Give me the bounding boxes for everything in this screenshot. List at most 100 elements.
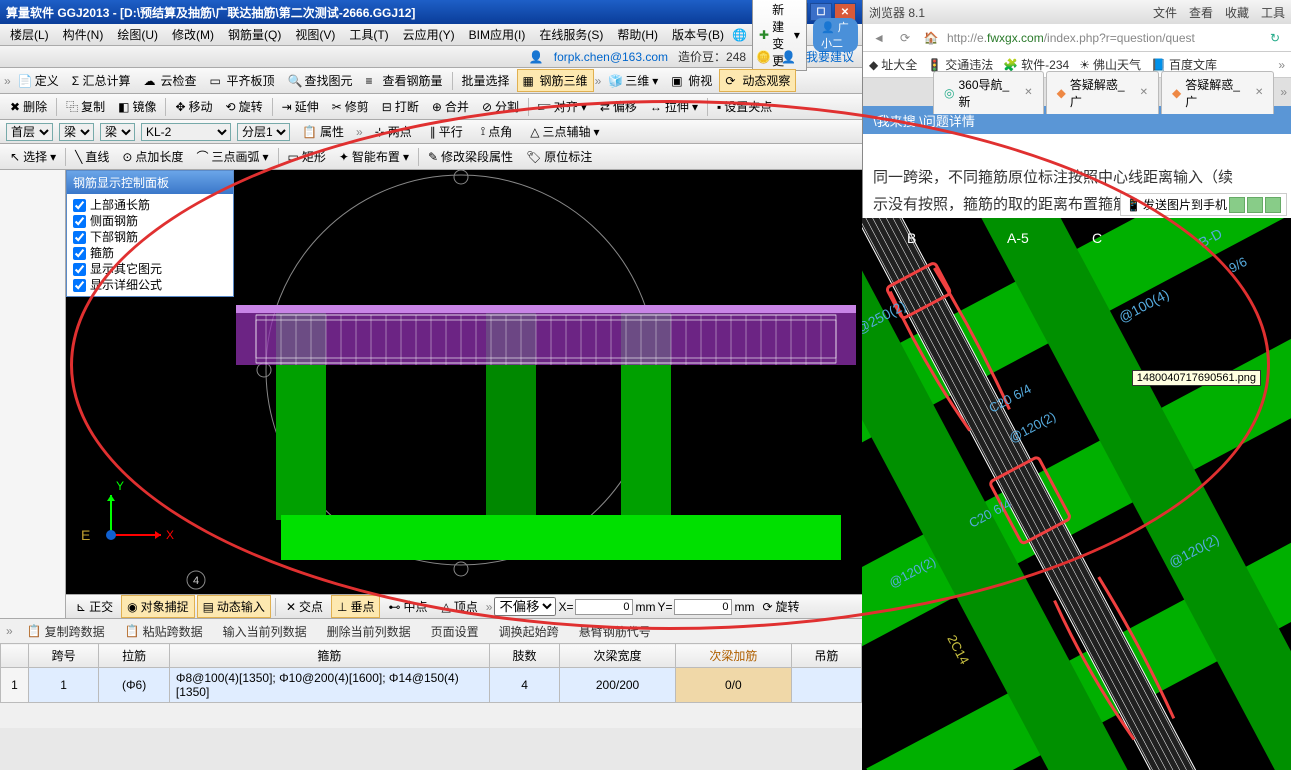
parallel-button[interactable]: ∥平行 [424,120,469,143]
cell-hanger[interactable] [791,668,861,703]
send-phone-label[interactable]: 发送图片到手机 [1143,196,1227,213]
point-len-button[interactable]: ⊙点加长度 [116,145,189,168]
swap-start-button[interactable]: 调换起始跨 [493,620,565,643]
bmenu-file[interactable]: 文件 [1153,4,1177,21]
flush-slab-button[interactable]: ▭平齐板顶 [203,69,280,92]
menu-cloud[interactable]: 云应用(Y) [397,24,461,45]
ortho-button[interactable]: ⊾正交 [70,595,119,618]
more-tabs-icon[interactable]: » [1276,85,1291,99]
refresh-icon[interactable]: ↻ [1265,28,1285,48]
tab-360[interactable]: ◎360导航_新✕ [933,71,1044,114]
x-input[interactable] [575,599,633,615]
intersect-button[interactable]: ✕交点 [280,595,329,618]
rotate-button[interactable]: ⟲旋转 [220,95,269,118]
save-img-icon[interactable] [1247,197,1263,213]
col-limbs[interactable]: 肢数 [489,644,559,668]
col-secadd[interactable]: 次梁加筋 [675,644,791,668]
category-select[interactable]: 梁 [59,123,94,141]
align-button[interactable]: ⫍对齐▾ [532,95,593,118]
batch-select-button[interactable]: 批量选择 [456,69,516,92]
col-tie[interactable]: 拉筋 [99,644,170,668]
col-hanger[interactable]: 吊筋 [791,644,861,668]
menu-tools[interactable]: 工具(T) [343,24,394,45]
tab-close-icon[interactable]: ✕ [1024,87,1032,98]
back-button[interactable]: ◄ [869,28,889,48]
stretch-button[interactable]: ↔拉伸▾ [644,95,704,118]
url-input[interactable]: http://e.fwxgx.com/index.php?r=question/… [947,31,1259,45]
copy-span-button[interactable]: 📋复制跨数据 [21,620,111,643]
menu-floor[interactable]: 楼层(L) [4,24,55,45]
break-button[interactable]: ⊟打断 [376,95,425,118]
check-side-bar[interactable]: 侧面钢筋 [73,213,227,229]
attr-button[interactable]: 📋属性 [296,120,350,143]
cell-limbs[interactable]: 4 [489,668,559,703]
expand-icon[interactable] [1229,197,1245,213]
check-other-elem[interactable]: 显示其它图元 [73,261,227,277]
del-col-button[interactable]: 删除当前列数据 [321,620,417,643]
bmenu-view[interactable]: 查看 [1189,4,1213,21]
check-stirrup[interactable]: 箍筋 [73,245,227,261]
define-button[interactable]: 📄定义 [12,69,65,92]
rebar-display-panel[interactable]: 钢筋显示控制面板 上部通长筋 侧面钢筋 下部钢筋 箍筋 显示其它图元 显示详细公… [66,170,234,297]
trim-button[interactable]: ✂修剪 [326,95,375,118]
home-button[interactable]: 🏠 [921,28,941,48]
question-plan-image[interactable]: B A-5 C B-D 9/6 3@250(2) @100(4) C20 6/4… [862,218,1291,770]
copy-button[interactable]: ⿻复制 [60,95,111,118]
perp-button[interactable]: ⊥垂点 [331,595,380,618]
arc3-button[interactable]: ⌒三点画弧▾ [190,145,274,168]
tab-close-icon[interactable]: ✕ [1140,87,1148,98]
find-element-button[interactable]: 🔍查找图元 [282,69,359,92]
inplace-label-button[interactable]: 🏷原位标注 [520,145,598,168]
check-detail-formula[interactable]: 显示详细公式 [73,277,227,293]
cell-span[interactable]: 1 [29,668,99,703]
cell-secadd[interactable]: 0/0 [675,668,791,703]
cloud-check-button[interactable]: ☁云检查 [137,69,202,92]
menu-help[interactable]: 帮助(H) [611,24,664,45]
three-aux-button[interactable]: △三点辅轴▾ [524,120,605,143]
suggest-link[interactable]: 我要建议 [806,48,854,65]
point-angle-button[interactable]: ⟟点角 [475,120,518,143]
smart-layout-button[interactable]: ✦智能布置▾ [333,145,415,168]
rect-button[interactable]: ▭矩形 [282,145,332,168]
mirror-button[interactable]: ◧镜像 [112,95,162,118]
bm-sites[interactable]: ◆址大全 [869,56,917,73]
menu-bim[interactable]: BIM应用(I) [463,24,532,45]
select-button[interactable]: ↖选择▾ [4,145,62,168]
input-col-button[interactable]: 输入当前列数据 [217,620,313,643]
tab-qa2[interactable]: ◆答疑解惑_广✕ [1161,71,1274,114]
more-bm-icon[interactable]: » [1278,58,1285,72]
col-secwidth[interactable]: 次梁宽度 [560,644,676,668]
orbit-button[interactable]: ⟳动态观察 [719,69,796,92]
view-rebar-button[interactable]: ≡查看钢筋量 [360,69,449,92]
cell-secwidth[interactable]: 200/200 [560,668,676,703]
span-data-table[interactable]: 跨号 拉筋 箍筋 肢数 次梁宽度 次梁加筋 吊筋 1 1 (Φ6) Φ8@100… [0,643,862,703]
more-img-icon[interactable] [1265,197,1281,213]
split-button[interactable]: ⊘分割 [476,95,525,118]
calc-button[interactable]: Σ 汇总计算 [66,69,137,92]
menu-member[interactable]: 构件(N) [57,24,110,45]
col-span[interactable]: 跨号 [29,644,99,668]
tab-qa1[interactable]: ◆答疑解惑_广✕ [1046,71,1159,114]
menu-view[interactable]: 视图(V) [289,24,341,45]
bmenu-fav[interactable]: 收藏 [1225,4,1249,21]
cell-stirrup[interactable]: Φ8@100(4)[1350]; Φ10@200(4)[1600]; Φ14@1… [169,668,489,703]
bmenu-tool[interactable]: 工具 [1261,4,1285,21]
user-badge[interactable]: 👤 广小二 [813,18,858,52]
two-point-button[interactable]: ⊹两点 [369,120,418,143]
menu-version[interactable]: 版本号(B) [666,24,730,45]
col-stirrup[interactable]: 箍筋 [169,644,489,668]
merge-button[interactable]: ⊕合并 [426,95,475,118]
move-button[interactable]: ✥移动 [169,95,218,118]
extend-button[interactable]: ⇥延伸 [276,95,325,118]
mid-button[interactable]: ⊷中点 [382,595,433,618]
menu-online[interactable]: 在线服务(S) [533,24,609,45]
tab-close-icon[interactable]: ✕ [1255,87,1263,98]
check-bottom-bar[interactable]: 下部钢筋 [73,229,227,245]
paste-span-button[interactable]: 📋粘贴跨数据 [119,620,209,643]
dyninput-button[interactable]: ▤动态输入 [197,595,271,618]
menu-draw[interactable]: 绘图(U) [111,24,164,45]
grip-button[interactable]: ▪设置夹点 [711,95,778,118]
top-view-button[interactable]: ▣俯视 [665,69,718,92]
menu-rebar[interactable]: 钢筋量(Q) [222,24,287,45]
check-top-bar[interactable]: 上部通长筋 [73,197,227,213]
